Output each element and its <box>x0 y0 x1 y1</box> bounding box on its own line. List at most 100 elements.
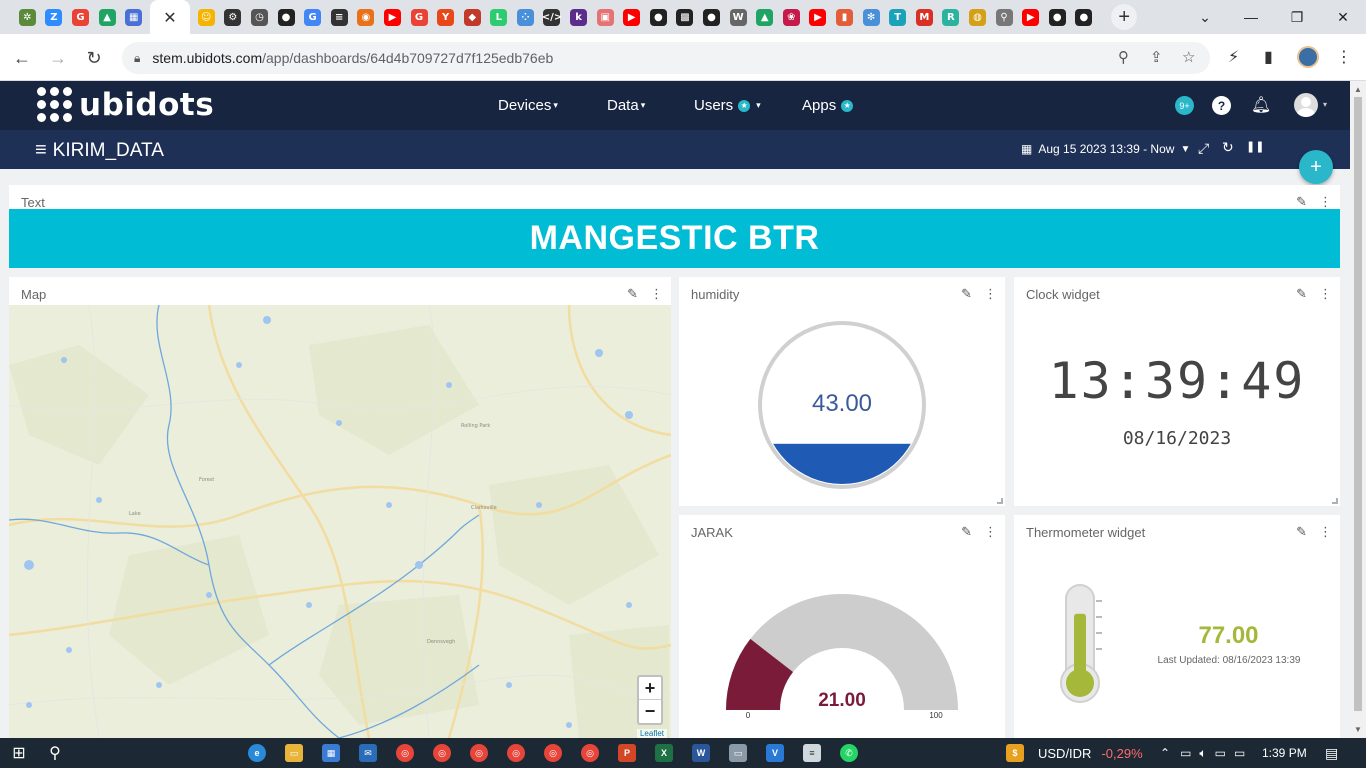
menu-apps[interactable]: Apps ★ <box>802 81 854 130</box>
mail-icon[interactable]: ✉ <box>359 744 377 762</box>
cube-icon[interactable]: ◆ <box>459 0 486 34</box>
zoom-icon[interactable]: Z <box>41 0 68 34</box>
google-icon[interactable]: G <box>406 0 433 34</box>
code-icon[interactable]: </> <box>539 0 566 34</box>
computer-icon[interactable]: ▭ <box>729 744 747 762</box>
hamburger-icon[interactable]: ≡ <box>35 139 47 162</box>
menu-devices[interactable]: Devices ▾ <box>498 81 558 130</box>
close-window-icon[interactable]: ✕ <box>1320 0 1366 34</box>
chevron-up-icon[interactable]: ⌃ <box>1160 746 1170 760</box>
chrome-icon[interactable]: ◎ <box>581 744 599 762</box>
url-field[interactable]: 🔒︎ stem.ubidots.com/app/dashboards/64d4b… <box>122 42 1210 74</box>
lock-icon[interactable]: 🔒︎ <box>134 51 140 66</box>
volume-icon[interactable]: 🔈︎ <box>1199 746 1206 761</box>
resize-handle[interactable] <box>1332 498 1338 504</box>
github-icon[interactable]: ● <box>1071 0 1098 34</box>
more-options-icon[interactable]: ⋮ <box>984 286 997 302</box>
clock-tray[interactable]: 1:39 PM <box>1262 738 1307 768</box>
user-avatar[interactable] <box>1294 93 1318 117</box>
wikipedia-icon[interactable]: W <box>725 0 752 34</box>
youtube-icon[interactable]: ▶ <box>379 0 406 34</box>
chrome-icon[interactable]: ◎ <box>507 744 525 762</box>
zoom-lens-icon[interactable]: ⚲ <box>1118 48 1129 66</box>
edit-icon[interactable]: ✎ <box>1296 194 1307 210</box>
y-icon[interactable]: Y <box>432 0 459 34</box>
notepad-icon[interactable]: ≡ <box>803 744 821 762</box>
menu-data[interactable]: Data ▾ <box>607 81 645 130</box>
excel-icon[interactable]: X <box>655 744 673 762</box>
raspberry-icon[interactable]: ❀ <box>778 0 805 34</box>
edit-icon[interactable]: ✎ <box>627 286 638 302</box>
resize-handle[interactable] <box>997 498 1003 504</box>
tab-search-icon[interactable]: ⌄ <box>1182 0 1228 34</box>
bee-icon[interactable]: ◍ <box>964 0 991 34</box>
close-tab-icon[interactable]: ✕ <box>149 0 190 34</box>
atom-icon[interactable]: ✻ <box>858 0 885 34</box>
menu-users[interactable]: Users ★ ▾ <box>694 81 761 130</box>
vscode-icon[interactable]: V <box>766 744 784 762</box>
history-icon[interactable]: ◷ <box>246 0 273 34</box>
youtube-icon[interactable]: ▶ <box>1017 0 1044 34</box>
more-options-icon[interactable]: ⋮ <box>650 286 663 302</box>
github-icon[interactable]: ● <box>698 0 725 34</box>
file-explorer-icon[interactable]: ▭ <box>285 744 303 762</box>
more-options-icon[interactable]: ⋮ <box>984 524 997 540</box>
doc-icon[interactable]: ≡ <box>326 0 353 34</box>
bookmark-star-icon[interactable]: ☆ <box>1182 48 1195 66</box>
fullscreen-icon[interactable]: ⤢ <box>1198 140 1209 157</box>
currency-ticker[interactable]: USD/IDR -0,29% <box>1038 738 1143 768</box>
keyboard-icon[interactable]: ▭ <box>1234 746 1245 760</box>
pinwheel-icon[interactable]: ✲ <box>14 0 41 34</box>
t-icon[interactable]: T <box>884 0 911 34</box>
forward-icon[interactable]: → <box>44 44 72 72</box>
emoji-icon[interactable]: ☺ <box>193 0 220 34</box>
edit-icon[interactable]: ✎ <box>1296 524 1307 540</box>
drive-icon[interactable]: ▲ <box>751 0 778 34</box>
zoom-out-button[interactable]: − <box>639 700 661 723</box>
ubidots-logo[interactable]: ubidots <box>37 87 214 123</box>
pause-icon[interactable]: ❚❚ <box>1246 140 1264 153</box>
dashboard-title[interactable]: ≡ KIRIM_DATA <box>35 139 164 162</box>
chrome-icon[interactable]: ◎ <box>433 744 451 762</box>
grid-icon[interactable]: ▦ <box>120 0 147 34</box>
drive-icon[interactable]: ▲ <box>94 0 121 34</box>
chrome-icon[interactable]: ◎ <box>544 744 562 762</box>
github-icon[interactable]: ● <box>273 0 300 34</box>
restore-icon[interactable]: ❐ <box>1274 0 1320 34</box>
youtube-icon[interactable]: ▶ <box>618 0 645 34</box>
k-icon[interactable]: k <box>565 0 592 34</box>
extension-icon[interactable]: ⚡ <box>1228 47 1239 67</box>
zoom-in-button[interactable]: + <box>639 677 661 700</box>
refresh-icon[interactable]: ↻ <box>1222 139 1234 156</box>
more-options-icon[interactable]: ⋮ <box>1319 286 1332 302</box>
system-tray[interactable]: ⌃ ▭ 🔈︎ ▭ ▭ <box>1160 738 1245 768</box>
new-tab-button[interactable]: + <box>1111 4 1138 30</box>
browser-menu-icon[interactable]: ⋮ <box>1336 47 1352 67</box>
back-icon[interactable]: ← <box>8 44 36 72</box>
scrollbar-thumb[interactable] <box>1354 97 1362 711</box>
basketball-icon[interactable]: ◉ <box>353 0 380 34</box>
more-options-icon[interactable]: ⋮ <box>1319 524 1332 540</box>
browser-profile-avatar[interactable] <box>1297 46 1319 68</box>
notification-badge[interactable]: 9+ <box>1175 96 1194 115</box>
avatar-caret-icon[interactable]: ▾ <box>1323 100 1327 109</box>
add-widget-button[interactable]: + <box>1299 150 1333 184</box>
minimize-icon[interactable]: — <box>1228 0 1274 34</box>
whatsapp-icon[interactable]: ✆ <box>840 744 858 762</box>
edit-icon[interactable]: ✎ <box>961 524 972 540</box>
battery-icon[interactable]: ▭ <box>1180 746 1191 760</box>
r-icon[interactable]: R <box>938 0 965 34</box>
github-icon[interactable]: ● <box>1044 0 1071 34</box>
help-icon[interactable]: ? <box>1212 96 1231 115</box>
youtube-icon[interactable]: ▶ <box>805 0 832 34</box>
powerpoint-icon[interactable]: P <box>618 744 636 762</box>
edit-icon[interactable]: ✎ <box>1296 286 1307 302</box>
windows-start-icon[interactable]: ⊞ <box>10 744 28 762</box>
github-icon[interactable]: ● <box>645 0 672 34</box>
gift-icon[interactable]: ▣ <box>592 0 619 34</box>
chrome-icon[interactable]: ◎ <box>470 744 488 762</box>
l-icon[interactable]: L <box>486 0 513 34</box>
robot-icon[interactable]: ⚙ <box>220 0 247 34</box>
side-panel-icon[interactable]: ▮ <box>1264 47 1273 67</box>
chrome-icon[interactable]: ◎ <box>396 744 414 762</box>
